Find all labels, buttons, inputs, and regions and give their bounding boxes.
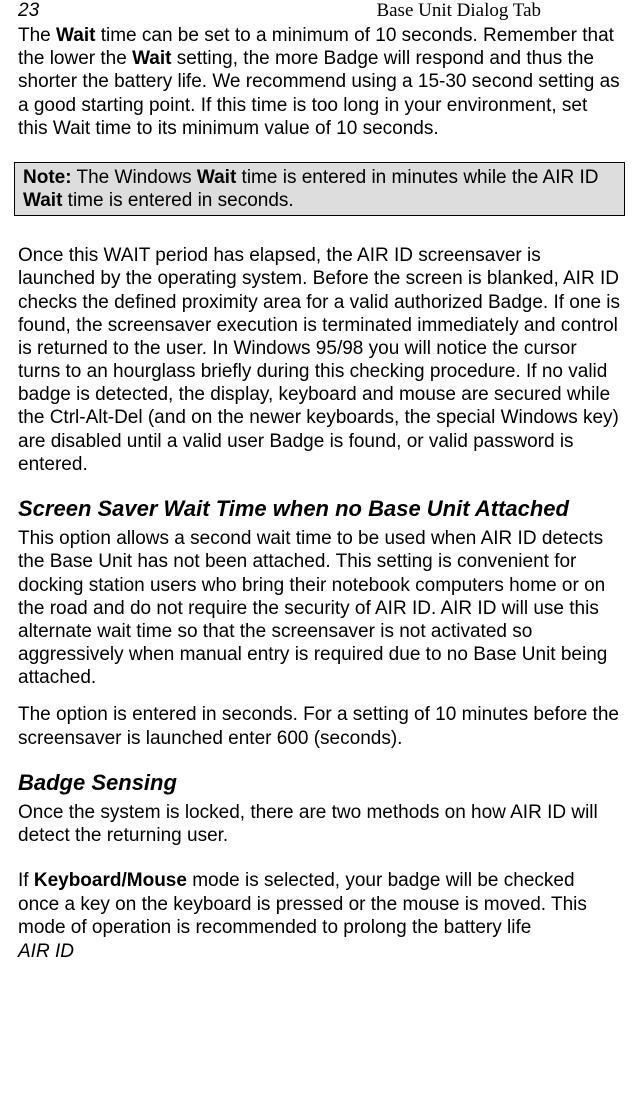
bold-wait: Wait: [132, 48, 171, 69]
bold-keyboard-mouse: Keyboard/Mouse: [34, 870, 187, 891]
bold-wait: Wait: [56, 25, 95, 46]
text-fragment: time is entered in seconds.: [62, 190, 293, 211]
paragraph-wait-time: The Wait time can be set to a minimum of…: [18, 24, 621, 140]
bold-wait: Wait: [197, 167, 236, 188]
note-box: Note: The Windows Wait time is entered i…: [14, 162, 625, 216]
paragraph-seconds-example: The option is entered in seconds. For a …: [18, 703, 621, 749]
text-fragment: The Windows: [72, 167, 197, 188]
page-number: 23: [18, 0, 39, 22]
paragraph-two-methods: Once the system is locked, there are two…: [18, 801, 621, 847]
heading-screensaver-no-base: Screen Saver Wait Time when no Base Unit…: [18, 496, 621, 521]
header-title: Base Unit Dialog Tab: [376, 0, 541, 22]
paragraph-keyboard-mouse: If Keyboard/Mouse mode is selected, your…: [18, 869, 621, 939]
page-header: 23 Base Unit Dialog Tab: [18, 0, 621, 22]
text-fragment: The: [18, 25, 56, 46]
note-text: Note: The Windows Wait time is entered i…: [23, 166, 616, 212]
text-fragment: time is entered in minutes while the AIR…: [236, 167, 598, 188]
paragraph-wait-elapsed: Once this WAIT period has elapsed, the A…: [18, 244, 621, 476]
footer-product-name: AIR ID: [18, 941, 621, 963]
paragraph-no-base-option: This option allows a second wait time to…: [18, 527, 621, 689]
text-fragment: If: [18, 870, 34, 891]
heading-badge-sensing: Badge Sensing: [18, 770, 621, 795]
bold-note-label: Note:: [23, 167, 72, 188]
bold-wait: Wait: [23, 190, 62, 211]
